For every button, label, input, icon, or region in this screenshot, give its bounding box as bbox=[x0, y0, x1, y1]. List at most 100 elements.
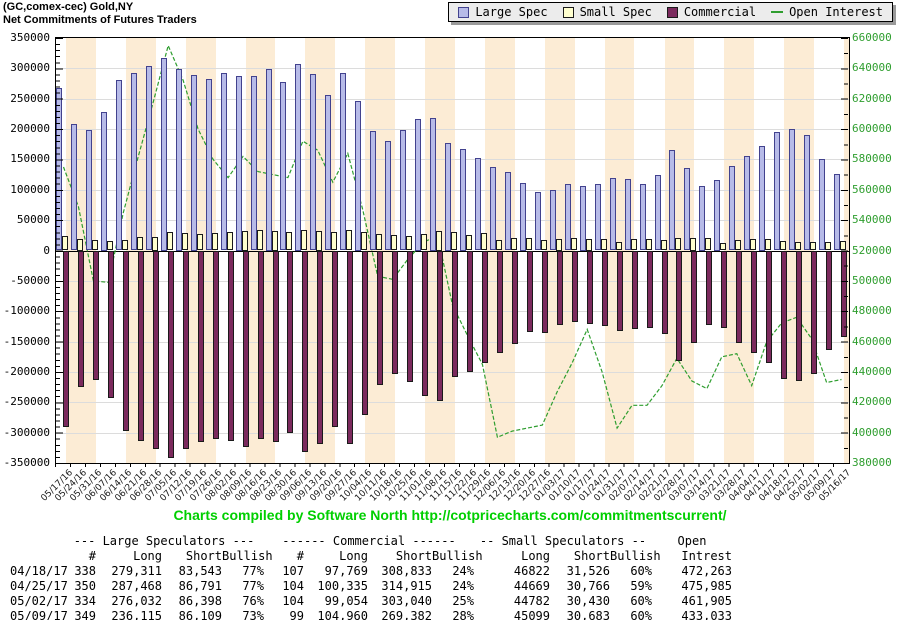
left-axis-tick-label: -150000 bbox=[0, 335, 50, 348]
bar-commercial bbox=[287, 251, 293, 434]
table-row-date: 04/25/17 bbox=[10, 579, 64, 594]
table-column-header bbox=[10, 549, 64, 564]
bar-small-spec bbox=[690, 238, 696, 251]
bar-large-spec bbox=[116, 80, 122, 251]
bar-small-spec bbox=[601, 239, 607, 250]
bar-commercial bbox=[93, 251, 99, 380]
bar-commercial bbox=[452, 251, 458, 377]
table-value: 276,032 bbox=[96, 594, 162, 609]
table-value: 83,543 bbox=[162, 564, 222, 579]
left-axis-tick-label: -300000 bbox=[0, 426, 50, 439]
table-value: 334 bbox=[64, 594, 96, 609]
bar-large-spec bbox=[804, 135, 810, 250]
bar-large-spec bbox=[236, 76, 242, 250]
right-axis-tick-label: 400000 bbox=[852, 426, 900, 439]
bar-small-spec bbox=[77, 239, 83, 251]
bar-commercial bbox=[721, 251, 727, 329]
table-value: 77% bbox=[222, 564, 264, 579]
bar-commercial bbox=[617, 251, 623, 331]
legend-label: Small Spec bbox=[580, 5, 652, 19]
bar-small-spec bbox=[182, 233, 188, 250]
bar-commercial bbox=[273, 251, 279, 443]
table-value: 287,468 bbox=[96, 579, 162, 594]
bar-small-spec bbox=[646, 239, 652, 250]
legend-label: Open Interest bbox=[789, 5, 883, 19]
bar-commercial bbox=[811, 251, 817, 375]
table-value: 24% bbox=[432, 579, 474, 594]
table-value: 59% bbox=[610, 579, 652, 594]
plot-area bbox=[55, 37, 850, 464]
table-value: 475,985 bbox=[652, 579, 732, 594]
left-axis-tick-label: 0 bbox=[0, 244, 50, 257]
bar-small-spec bbox=[286, 232, 292, 250]
table-column-header: # bbox=[64, 549, 96, 564]
table-value: 86,109 bbox=[162, 609, 222, 620]
table-value: 60% bbox=[610, 594, 652, 609]
bar-large-spec bbox=[669, 150, 675, 250]
bar-small-spec bbox=[705, 238, 711, 250]
bar-small-spec bbox=[421, 234, 427, 251]
right-axis-tick-label: 440000 bbox=[852, 365, 900, 378]
bar-large-spec bbox=[251, 76, 257, 251]
legend-label: Commercial bbox=[684, 5, 756, 19]
bar-large-spec bbox=[295, 64, 301, 251]
legend-line-swatch-icon bbox=[771, 11, 783, 13]
footer-credit: Charts compiled by Software North http:/… bbox=[0, 507, 900, 523]
bar-small-spec bbox=[526, 238, 532, 250]
bar-small-spec bbox=[122, 240, 128, 251]
bar-commercial bbox=[437, 251, 443, 401]
bar-small-spec bbox=[436, 231, 442, 251]
bar-small-spec bbox=[346, 230, 352, 251]
table-value: 236,115 bbox=[96, 609, 162, 620]
bar-small-spec bbox=[541, 240, 547, 251]
right-axis-tick-label: 460000 bbox=[852, 335, 900, 348]
bar-commercial bbox=[213, 251, 219, 439]
right-axis-tick-label: 540000 bbox=[852, 213, 900, 226]
bar-small-spec bbox=[810, 242, 816, 251]
table-column-header: Short bbox=[550, 549, 610, 564]
bar-large-spec bbox=[221, 73, 227, 250]
table-value: 44669 bbox=[474, 579, 550, 594]
bar-commercial bbox=[153, 251, 159, 450]
legend-label: Large Spec bbox=[475, 5, 547, 19]
bar-small-spec bbox=[616, 242, 622, 251]
bar-large-spec bbox=[744, 156, 750, 251]
bar-commercial bbox=[198, 251, 204, 443]
table-value: 46822 bbox=[474, 564, 550, 579]
bar-commercial bbox=[632, 251, 638, 330]
bar-small-spec bbox=[466, 235, 472, 251]
table-row-date: 04/18/17 bbox=[10, 564, 64, 579]
table-value: 308,833 bbox=[368, 564, 432, 579]
bar-small-spec bbox=[257, 230, 263, 251]
bar-small-spec bbox=[361, 232, 367, 250]
table-value: 99,054 bbox=[304, 594, 368, 609]
bar-small-spec bbox=[825, 242, 831, 251]
bar-commercial bbox=[691, 251, 697, 343]
bar-commercial bbox=[347, 251, 353, 445]
bar-small-spec bbox=[301, 230, 307, 251]
table-column-header: Bullish bbox=[222, 549, 264, 564]
table-value: 86,791 bbox=[162, 579, 222, 594]
bar-commercial bbox=[587, 251, 593, 325]
bar-large-spec bbox=[191, 75, 197, 251]
right-axis-major-ticks bbox=[841, 38, 848, 462]
bar-large-spec bbox=[490, 167, 496, 250]
bar-large-spec bbox=[325, 95, 331, 250]
bar-commercial bbox=[497, 251, 503, 354]
left-axis-tick-label: -200000 bbox=[0, 365, 50, 378]
table-value: 104,960 bbox=[304, 609, 368, 620]
bar-small-spec bbox=[586, 239, 592, 251]
bar-commercial bbox=[736, 251, 742, 343]
table-corner bbox=[10, 534, 64, 549]
bar-large-spec bbox=[131, 73, 137, 251]
table-value: 28% bbox=[432, 609, 474, 620]
bar-commercial bbox=[228, 251, 234, 441]
left-axis-tick-label: 300000 bbox=[0, 61, 50, 74]
table-column-header: Short bbox=[368, 549, 432, 564]
left-axis-tick-label: -350000 bbox=[0, 456, 50, 469]
right-axis-tick-label: 620000 bbox=[852, 92, 900, 105]
table-column-header: # bbox=[264, 549, 304, 564]
bar-commercial bbox=[512, 251, 518, 345]
table-value: 25% bbox=[432, 594, 474, 609]
table-value: 86,398 bbox=[162, 594, 222, 609]
